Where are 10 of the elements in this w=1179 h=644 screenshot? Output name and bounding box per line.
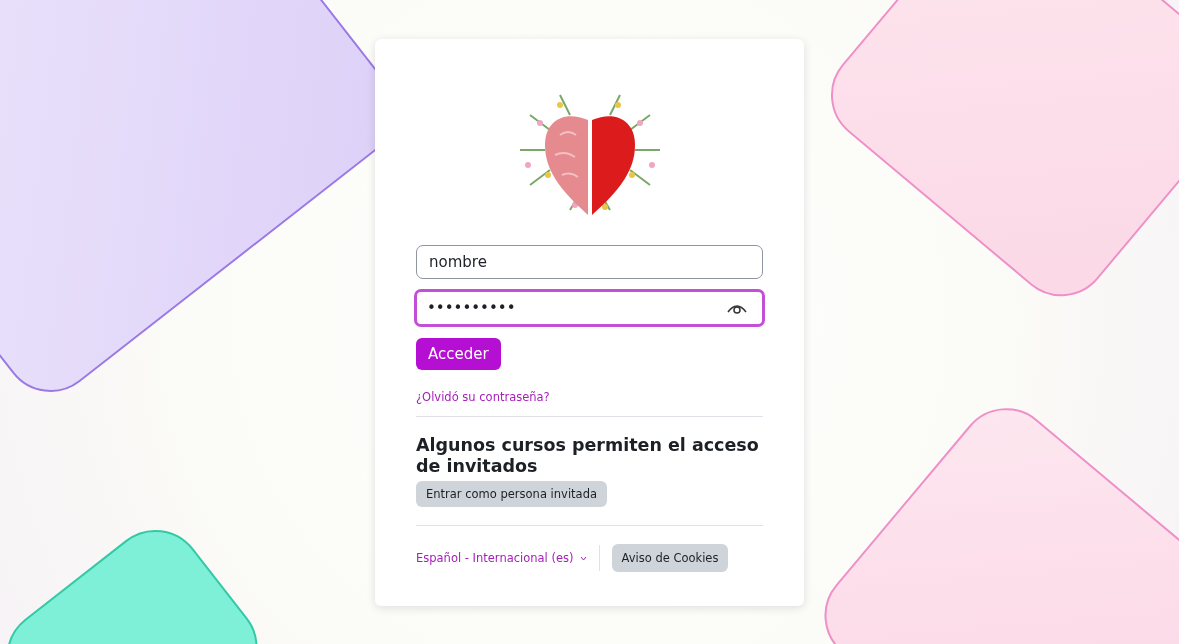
forgot-password-link[interactable]: ¿Olvidó su contraseña? [416,390,550,404]
guest-login-button[interactable]: Entrar como persona invitada [416,481,607,507]
login-button[interactable]: Acceder [416,338,501,370]
password-field[interactable]: •••••••••• [414,289,765,327]
language-selector[interactable]: Español - Internacional (es) [416,551,574,565]
caret-icon[interactable] [579,555,587,561]
guest-heading: Algunos cursos permiten el acceso de invitados [416,435,760,477]
eye-icon[interactable] [727,302,747,314]
username-field[interactable]: nombre [416,245,763,279]
cookies-notice-button[interactable]: Aviso de Cookies [611,544,729,572]
